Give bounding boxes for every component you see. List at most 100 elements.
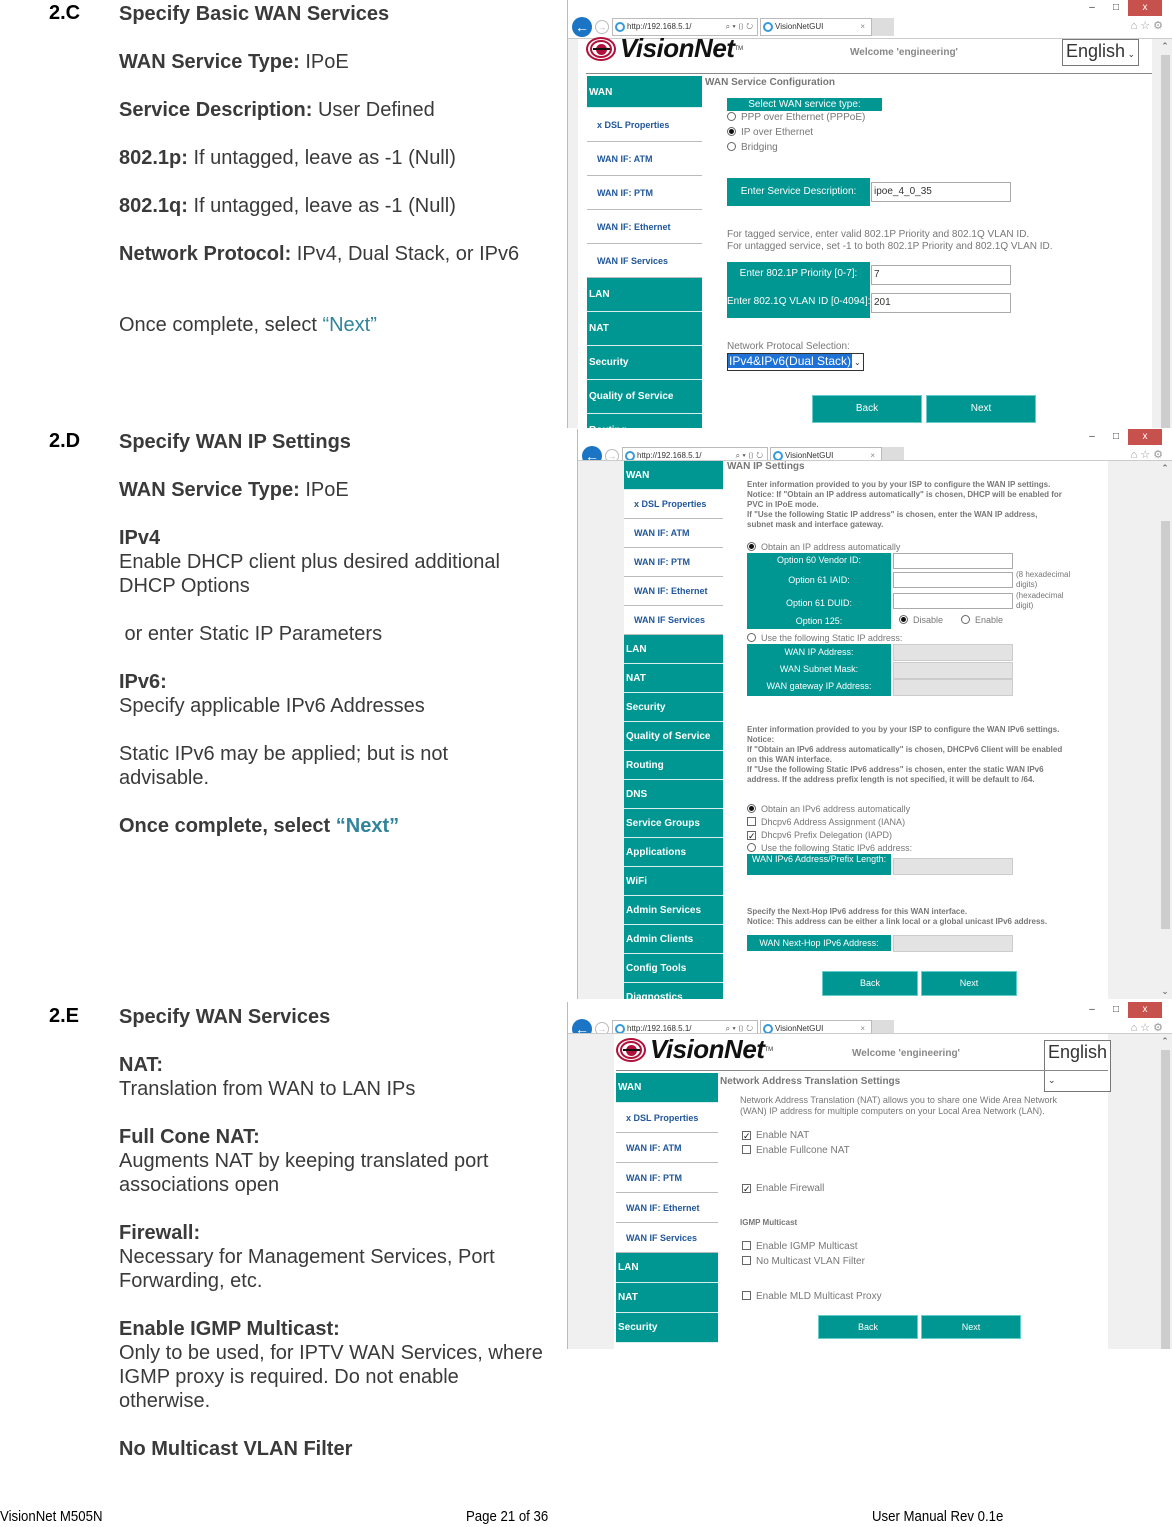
option125-enable[interactable]: Enable	[961, 615, 1003, 625]
sidebar-item-wan-if-atm[interactable]: WAN IF: ATM	[616, 1133, 718, 1163]
sidebar-item-x-dsl-properties[interactable]: x DSL Properties	[587, 108, 702, 142]
radio-button[interactable]	[899, 615, 908, 624]
next-button[interactable]: Next	[921, 1315, 1021, 1339]
scrollbar-thumb[interactable]	[1161, 1050, 1170, 1349]
sidebar-item-wan[interactable]: WAN	[624, 461, 723, 490]
sidebar-item-x-dsl-properties[interactable]: x DSL Properties	[616, 1103, 718, 1133]
checkbox-checked[interactable]: ✓	[742, 1184, 751, 1194]
back-button[interactable]: Back	[818, 1315, 918, 1339]
scrollbar-thumb[interactable]	[1161, 55, 1170, 428]
sidebar-item-admin-services[interactable]: Admin Services	[624, 896, 723, 925]
radio-button[interactable]	[727, 127, 736, 136]
minimize-button[interactable]: –	[1080, 0, 1104, 16]
checkbox[interactable]	[742, 1256, 751, 1265]
sidebar-item-wan-if-ptm[interactable]: WAN IF: PTM	[624, 548, 723, 577]
radio-button[interactable]	[747, 542, 756, 551]
radio-button[interactable]	[747, 804, 756, 813]
radio-button[interactable]	[961, 615, 970, 624]
checkbox-no-multicast-vlan-filter[interactable]: No Multicast VLAN Filter	[742, 1256, 865, 1267]
checkbox[interactable]	[742, 1145, 751, 1154]
radio-obtain-auto[interactable]: Obtain an IP address automatically	[747, 542, 900, 553]
next-button[interactable]: Next	[921, 971, 1017, 996]
option61-duid-input[interactable]	[893, 593, 1013, 609]
wan-ip-input[interactable]	[893, 644, 1013, 661]
back-button[interactable]: Back	[822, 971, 918, 996]
sidebar-item-nat[interactable]: NAT	[624, 664, 723, 693]
subnet-mask-input[interactable]	[893, 662, 1013, 679]
sidebar-item-wan-if-ptm[interactable]: WAN IF: PTM	[587, 176, 702, 210]
radio-button[interactable]	[747, 843, 756, 852]
sidebar-item-x-dsl-properties[interactable]: x DSL Properties	[624, 490, 723, 519]
radio-bridging[interactable]: Bridging	[727, 142, 778, 153]
sidebar-item-wan-if-services[interactable]: WAN IF Services	[624, 606, 723, 635]
option60-input[interactable]	[893, 553, 1013, 569]
vlan-id-input[interactable]: 201	[871, 293, 1011, 313]
vertical-scrollbar[interactable]: ⌃	[1158, 1034, 1172, 1349]
radio-button[interactable]	[747, 633, 756, 642]
checkbox-enable-firewall[interactable]: ✓ Enable Firewall	[742, 1183, 824, 1194]
browser-tab[interactable]: VisionNetGUI ×	[760, 18, 872, 36]
close-button[interactable]: x	[1128, 0, 1162, 16]
radio-ipv6-static[interactable]: Use the following Static IPv6 address:	[747, 843, 912, 853]
sidebar-item-wan-if-services[interactable]: WAN IF Services	[587, 244, 702, 278]
close-button[interactable]: x	[1128, 429, 1162, 445]
checkbox-mld-proxy[interactable]: Enable MLD Multicast Proxy	[742, 1291, 882, 1302]
scroll-up-icon[interactable]: ⌃	[1158, 463, 1172, 474]
sidebar-item-diagnostics[interactable]: Diagnostics	[624, 983, 723, 999]
new-tab-button[interactable]	[872, 18, 894, 36]
checkbox-checked[interactable]: ✓	[747, 831, 756, 841]
protocol-select[interactable]: IPv4&IPv6(Dual Stack) ⌄	[727, 353, 864, 371]
radio-pppoe[interactable]: PPP over Ethernet (PPPoE)	[727, 112, 865, 123]
forward-arrow-icon[interactable]: →	[595, 20, 609, 34]
sidebar-item-quality-of-service[interactable]: Quality of Service	[587, 380, 702, 414]
sidebar-item-quality-of-service[interactable]: Quality of Service	[624, 722, 723, 751]
sidebar-item-wan-if-ethernet[interactable]: WAN IF: Ethernet	[624, 577, 723, 606]
checkbox-checked[interactable]: ✓	[742, 1131, 751, 1141]
nexthop-input[interactable]	[893, 935, 1013, 952]
sidebar-item-wan-if-services[interactable]: WAN IF Services	[616, 1223, 718, 1253]
home-favorites-settings-icons[interactable]: ⌂☆⚙	[1131, 19, 1166, 32]
checkbox-fullcone-nat[interactable]: Enable Fullcone NAT	[742, 1145, 850, 1156]
sidebar-item-security[interactable]: Security	[624, 693, 723, 722]
maximize-button[interactable]: □	[1104, 1002, 1128, 1018]
sidebar-item-wan-if-atm[interactable]: WAN IF: ATM	[587, 142, 702, 176]
sidebar-item-wan-if-ethernet[interactable]: WAN IF: Ethernet	[587, 210, 702, 244]
radio-button[interactable]	[727, 142, 736, 151]
checkbox[interactable]	[742, 1241, 751, 1250]
sidebar-item-admin-clients[interactable]: Admin Clients	[624, 925, 723, 954]
vertical-scrollbar[interactable]: ⌃	[1158, 39, 1172, 428]
scrollbar-thumb[interactable]	[1161, 521, 1170, 929]
sidebar-item-dns[interactable]: DNS	[624, 780, 723, 809]
sidebar-item-lan[interactable]: LAN	[616, 1253, 718, 1283]
minimize-button[interactable]: –	[1080, 1002, 1104, 1018]
scroll-down-icon[interactable]: ⌄	[1158, 986, 1172, 997]
minimize-button[interactable]: –	[1080, 429, 1104, 445]
sidebar-item-security[interactable]: Security	[616, 1313, 718, 1343]
checkbox[interactable]	[742, 1291, 751, 1300]
maximize-button[interactable]: □	[1104, 0, 1128, 16]
service-description-input[interactable]: ipoe_4_0_35	[871, 182, 1011, 202]
back-button[interactable]: Back	[812, 395, 922, 423]
option125-disable[interactable]: Disable	[899, 615, 943, 625]
ipv6-address-input[interactable]	[893, 858, 1013, 875]
sidebar-item-config-tools[interactable]: Config Tools	[624, 954, 723, 983]
next-button[interactable]: Next	[926, 395, 1036, 423]
checkbox-igmp-multicast[interactable]: Enable IGMP Multicast	[742, 1241, 858, 1252]
radio-ipoe[interactable]: IP over Ethernet	[727, 127, 813, 138]
sidebar-item-nat[interactable]: NAT	[587, 312, 702, 346]
close-button[interactable]: x	[1128, 1002, 1162, 1018]
checkbox-enable-nat[interactable]: ✓ Enable NAT	[742, 1130, 809, 1141]
scroll-up-icon[interactable]: ⌃	[1158, 1036, 1172, 1047]
scroll-up-icon[interactable]: ⌃	[1158, 41, 1172, 52]
sidebar-item-routing[interactable]: Routing	[624, 751, 723, 780]
sidebar-item-wan[interactable]: WAN	[616, 1073, 718, 1103]
sidebar-item-lan[interactable]: LAN	[587, 278, 702, 312]
sidebar-item-wan-if-ptm[interactable]: WAN IF: PTM	[616, 1163, 718, 1193]
option61-iaid-input[interactable]	[893, 572, 1013, 588]
sidebar-item-wan-if-atm[interactable]: WAN IF: ATM	[624, 519, 723, 548]
sidebar-item-routing[interactable]: Routing	[587, 414, 702, 428]
sidebar-item-applications[interactable]: Applications	[624, 838, 723, 867]
radio-button[interactable]	[727, 112, 736, 121]
radio-ipv6-auto[interactable]: Obtain an IPv6 address automatically	[747, 804, 910, 814]
checkbox[interactable]	[747, 817, 756, 826]
